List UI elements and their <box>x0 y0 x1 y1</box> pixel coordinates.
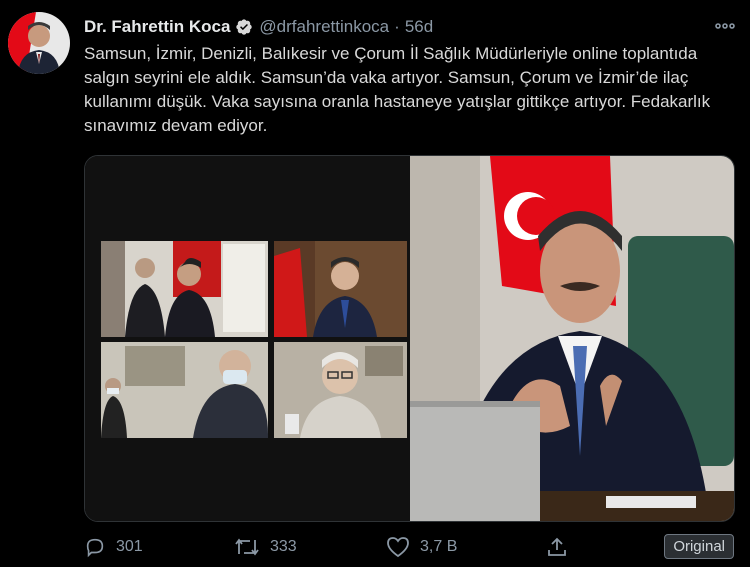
avatar[interactable] <box>8 12 70 74</box>
retweet-button[interactable]: 333 <box>234 532 297 562</box>
author-handle[interactable]: @drfahrettinkoca <box>259 17 389 37</box>
tweet-header: Dr. Fahrettin Koca @drfahrettinkoca · 56… <box>84 14 736 40</box>
reply-count: 301 <box>116 538 143 555</box>
reply-icon <box>86 538 104 558</box>
tweet-text: Samsun, İzmir, Denizli, Balıkesir ve Çor… <box>84 44 711 135</box>
more-icon[interactable] <box>714 16 736 36</box>
video-tile-4 <box>274 342 407 438</box>
retweet-icon <box>235 538 259 556</box>
retweet-count: 333 <box>270 538 297 555</box>
separator-dot: · <box>394 17 400 36</box>
video-tile-2 <box>274 241 407 337</box>
share-button[interactable] <box>546 532 578 562</box>
author-name[interactable]: Dr. Fahrettin Koca <box>84 17 230 37</box>
minister-photo <box>410 156 734 521</box>
avatar-image <box>8 12 70 74</box>
video-call-screenshot <box>85 156 410 521</box>
like-icon <box>387 537 409 558</box>
video-tile-3 <box>101 342 269 438</box>
original-badge[interactable]: Original <box>664 534 734 559</box>
like-button[interactable]: 3,7 B <box>386 532 457 562</box>
video-tile-1 <box>101 241 268 337</box>
like-count: 3,7 B <box>420 538 458 555</box>
tweet-actions: 301 333 3,7 B Original <box>84 532 734 562</box>
reply-button[interactable]: 301 <box>84 532 143 562</box>
tweet-timestamp[interactable]: 56d <box>405 17 433 37</box>
verified-icon <box>235 18 253 36</box>
share-icon <box>548 537 566 556</box>
tweet-media[interactable] <box>84 155 735 522</box>
